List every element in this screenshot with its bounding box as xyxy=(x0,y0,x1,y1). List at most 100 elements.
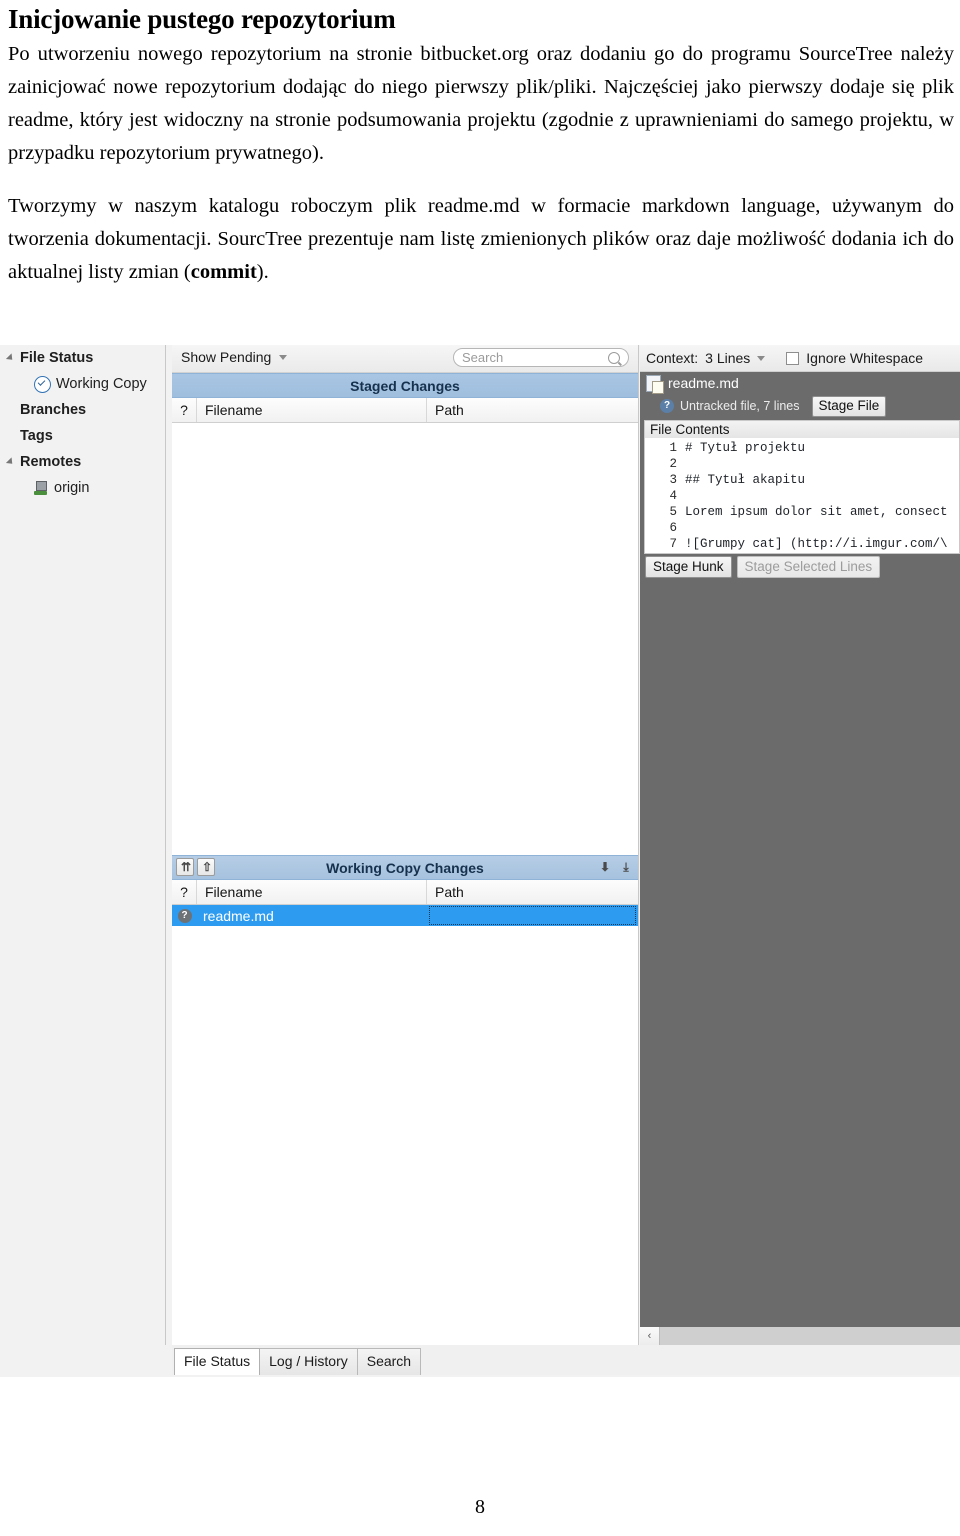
line-number: 3 xyxy=(669,473,677,487)
server-icon xyxy=(34,480,48,496)
column-header-path[interactable]: Path xyxy=(427,880,638,904)
context-label: Context: xyxy=(646,350,699,366)
column-header-filename[interactable]: Filename xyxy=(197,880,427,904)
sidebar-item-working-copy[interactable]: Working Copy xyxy=(0,371,158,397)
line-number: 1 xyxy=(669,441,677,455)
row-path-cell xyxy=(429,906,636,925)
stage-file-button[interactable]: Stage File xyxy=(811,396,887,417)
chevron-down-icon[interactable] xyxy=(757,355,766,361)
page-number: 8 xyxy=(475,1496,485,1518)
sourcetree-screenshot: File Status Working Copy Branches Tags R… xyxy=(0,345,960,1377)
expand-triangle-icon[interactable] xyxy=(5,457,16,467)
scrollbar-track[interactable] xyxy=(660,1327,960,1345)
diff-file-header: readme.md ? Untracked file, 7 lines Stag… xyxy=(640,372,960,420)
file-contents-code[interactable]: 1 # Tytuł projektu 2 3 ## Tytuł akapitu … xyxy=(644,438,960,554)
column-header-status[interactable]: ? xyxy=(172,880,197,904)
staged-changes-list[interactable] xyxy=(172,423,638,855)
column-header-filename[interactable]: Filename xyxy=(197,398,427,422)
page-title: Inicjowanie pustego repozytorium xyxy=(8,4,396,34)
working-column-headers: ? Filename Path xyxy=(172,880,638,905)
search-input[interactable]: Search xyxy=(453,348,629,367)
paragraph-2-post: ). xyxy=(256,261,269,283)
diff-panel: Context: 3 Lines Ignore Whitespace readm… xyxy=(640,345,960,1345)
table-row[interactable]: ? readme.md xyxy=(172,905,638,926)
staged-changes-title: Staged Changes xyxy=(350,377,460,394)
working-list-empty-area[interactable] xyxy=(172,926,638,1322)
diff-panel-divider[interactable] xyxy=(638,345,639,1345)
staged-changes-header: Staged Changes xyxy=(172,373,638,398)
sidebar-item-origin[interactable]: origin xyxy=(0,475,158,501)
stage-buttons: ⬇ ⤓ xyxy=(595,858,634,876)
ignore-whitespace-label: Ignore Whitespace xyxy=(806,350,924,366)
double-up-arrow-icon[interactable]: ⇈ xyxy=(176,858,194,876)
sidebar-item-branches[interactable]: Branches xyxy=(0,397,158,423)
paragraph-1: Po utworzeniu nowego repozytorium na str… xyxy=(8,43,954,164)
working-copy-changes-header: ⇈ ⇧ Working Copy Changes ⬇ ⤓ xyxy=(172,855,638,880)
sidebar-item-label: File Status xyxy=(20,349,94,366)
unstage-buttons: ⇈ ⇧ xyxy=(176,858,215,876)
code-line[interactable]: 3 ## Tytuł akapitu xyxy=(645,472,959,488)
row-status-cell: ? xyxy=(172,908,197,923)
show-pending-dropdown[interactable]: Show Pending xyxy=(181,349,288,365)
ignore-whitespace-checkbox[interactable] xyxy=(786,351,800,365)
file-document-icon xyxy=(646,375,664,394)
code-line[interactable]: 7 ![Grumpy cat] (http://i.imgur.com/\ xyxy=(645,536,959,552)
expand-triangle-icon[interactable] xyxy=(5,353,16,363)
document-body: Inicjowanie pustego repozytorium Po utwo… xyxy=(8,0,954,289)
sidebar-item-file-status[interactable]: File Status xyxy=(0,345,158,371)
horizontal-scrollbar[interactable]: ‹ xyxy=(640,1327,960,1345)
sidebar-item-label: Tags xyxy=(20,427,53,444)
bottom-tabbar: File Status Log / History Search xyxy=(172,1345,960,1375)
tab-file-status[interactable]: File Status xyxy=(174,1348,261,1375)
diff-file-status-row: ? Untracked file, 7 lines Stage File xyxy=(660,396,887,417)
stage-selected-lines-button: Stage Selected Lines xyxy=(736,556,881,578)
sidebar-item-label: Branches xyxy=(20,401,87,418)
down-arrow-icon[interactable]: ⬇ xyxy=(595,858,613,876)
changes-panel: Show Pending Search Staged Changes ? Fil… xyxy=(172,345,638,1345)
diff-file-name: readme.md xyxy=(668,375,739,391)
diff-toolbar: Context: 3 Lines Ignore Whitespace xyxy=(640,345,960,372)
search-placeholder: Search xyxy=(462,350,504,365)
working-copy-changes-title: Working Copy Changes xyxy=(326,859,484,876)
code-line[interactable]: 4 xyxy=(645,488,959,504)
chevron-left-icon[interactable]: ‹ xyxy=(640,1327,660,1345)
code-line[interactable]: 1 # Tytuł projektu xyxy=(645,440,959,456)
line-number: 5 xyxy=(669,505,677,519)
row-filename-cell: readme.md xyxy=(203,907,274,924)
line-text: ![Grumpy cat] (http://i.imgur.com/\ xyxy=(685,537,948,551)
sidebar-item-label: Remotes xyxy=(20,453,82,470)
sidebar-item-remotes[interactable]: Remotes xyxy=(0,449,158,475)
tab-search[interactable]: Search xyxy=(356,1348,422,1375)
code-line[interactable]: 5 Lorem ipsum dolor sit amet, consect xyxy=(645,504,959,520)
double-down-arrow-icon[interactable]: ⤓ xyxy=(616,858,634,876)
sourcetree-window: File Status Working Copy Branches Tags R… xyxy=(0,345,960,1377)
line-text: Lorem ipsum dolor sit amet, consect xyxy=(685,505,948,519)
check-circle-icon xyxy=(34,375,51,393)
paragraph-2-pre: Tworzymy w naszym katalogu roboczym plik… xyxy=(8,195,954,283)
hunk-actions: Stage Hunk Stage Selected Lines xyxy=(644,556,960,578)
sidebar-item-label: origin xyxy=(54,479,90,496)
sidebar-divider[interactable] xyxy=(165,345,166,1345)
code-line[interactable]: 2 xyxy=(645,456,959,472)
column-header-status[interactable]: ? xyxy=(172,398,197,422)
line-text: # Tytuł projektu xyxy=(685,441,806,455)
stage-hunk-button[interactable]: Stage Hunk xyxy=(645,556,732,578)
file-contents-panel: File Contents 1 # Tytuł projektu 2 3 ## … xyxy=(644,420,960,578)
tab-log-history[interactable]: Log / History xyxy=(259,1348,358,1375)
search-icon xyxy=(608,351,620,364)
column-header-path[interactable]: Path xyxy=(427,398,638,422)
diff-file-status: Untracked file, 7 lines xyxy=(680,399,800,414)
context-dropdown[interactable]: 3 Lines xyxy=(705,350,750,366)
untracked-question-icon: ? xyxy=(177,908,192,923)
up-arrow-icon[interactable]: ⇧ xyxy=(197,858,215,876)
sidebar-item-label: Working Copy xyxy=(56,375,147,392)
line-text: ## Tytuł akapitu xyxy=(685,473,806,487)
sidebar-item-tags[interactable]: Tags xyxy=(0,423,158,449)
chevron-down-icon xyxy=(279,354,288,360)
working-copy-changes-list[interactable]: ? readme.md xyxy=(172,905,638,926)
line-number: 4 xyxy=(669,489,677,503)
untracked-question-icon: ? xyxy=(660,399,674,414)
code-line[interactable]: 6 xyxy=(645,520,959,536)
file-contents-title: File Contents xyxy=(644,420,960,438)
